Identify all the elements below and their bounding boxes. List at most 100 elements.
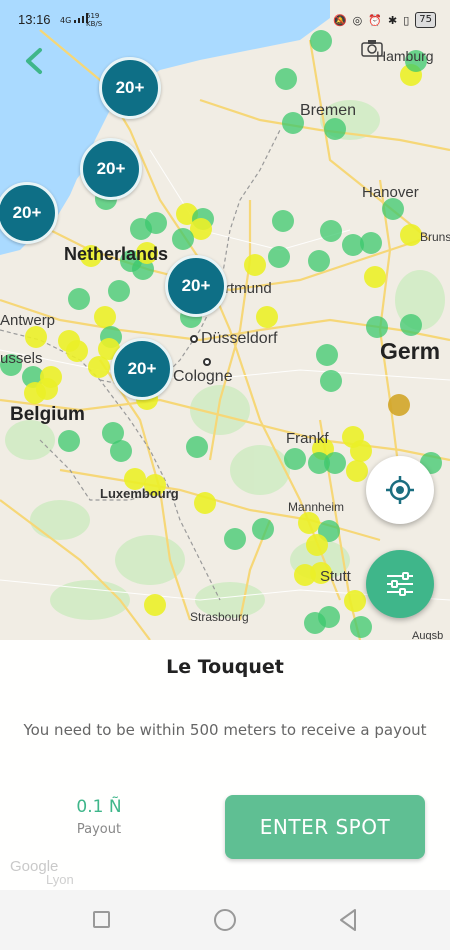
city-label-augsburg: Augsb [412, 630, 444, 640]
map-spot-yellow[interactable] [36, 378, 58, 400]
map-spot-yellow[interactable] [346, 460, 368, 482]
recent-apps-button[interactable] [93, 911, 110, 928]
map-spot-green[interactable] [110, 440, 132, 462]
status-time: 13:16 [18, 12, 51, 27]
chevron-left-icon [26, 48, 42, 74]
map-spot-green[interactable] [272, 210, 294, 232]
map-spot-green[interactable] [350, 616, 372, 638]
map-spot-green[interactable] [366, 316, 388, 338]
map-spot-green[interactable] [275, 68, 297, 90]
battery-indicator: 75 [415, 12, 436, 28]
map-spot-yellow[interactable] [25, 326, 47, 348]
map-spot-green[interactable] [308, 250, 330, 272]
map-spot-green[interactable] [68, 288, 90, 310]
bluetooth-icon: ✱ [387, 13, 398, 27]
map-spot-green[interactable] [316, 344, 338, 366]
vibrate-icon: ▯ [403, 13, 410, 27]
map-spot-green[interactable] [145, 212, 167, 234]
city-label-hanover: Hanover [362, 184, 419, 201]
network-type: 4G [60, 16, 72, 25]
map-spot-green[interactable] [382, 198, 404, 220]
map-spot-green[interactable] [252, 518, 274, 540]
map-spot-green[interactable] [320, 220, 342, 242]
speed-unit: KB/S [86, 20, 103, 28]
country-label-luxembourg: Luxembourg [100, 486, 179, 501]
map-cluster-marker[interactable]: 20+ [111, 338, 173, 400]
map-spot-yellow[interactable] [350, 440, 372, 462]
cologne-text: Cologne [173, 368, 233, 385]
locate-me-button[interactable] [366, 456, 434, 524]
spot-details-sheet: Le Touquet You need to be within 500 met… [0, 640, 450, 890]
speed-value: 519 [86, 12, 100, 20]
map-spot-yellow[interactable] [244, 254, 266, 276]
dusseldorf-text: Düsseldorf [201, 330, 278, 347]
home-button[interactable] [214, 909, 236, 931]
city-label-lyon: Lyon [46, 872, 74, 887]
map-cluster-marker[interactable]: 20+ [80, 138, 142, 200]
map-spot-yellow[interactable] [306, 534, 328, 556]
map-spot-green[interactable] [324, 118, 346, 140]
map-spot-green[interactable] [284, 448, 306, 470]
country-label-belgium: Belgium [10, 404, 85, 425]
back-nav-button[interactable] [338, 908, 358, 932]
map-spot-green[interactable] [324, 452, 346, 474]
location-icon: ◎ [352, 13, 363, 27]
map-spot-yellow[interactable] [144, 594, 166, 616]
distance-message: You need to be within 500 meters to rece… [23, 721, 427, 739]
network-indicator: 4G [60, 13, 88, 25]
status-icons: 🔕 ◎ ⏰ ✱ ▯ 75 [333, 12, 436, 28]
map-spot-green[interactable] [268, 246, 290, 268]
city-label-dusseldorf: Düsseldorf [190, 330, 277, 348]
city-dot-icon [203, 358, 211, 366]
city-label-hamburg: Hamburg [376, 48, 434, 64]
filter-button[interactable] [366, 550, 434, 618]
map-spot-green[interactable] [320, 370, 342, 392]
city-label-stuttgart: Stutt [320, 568, 351, 585]
country-label-germany: Germ [380, 338, 441, 364]
country-label-netherlands: Netherlands [64, 244, 169, 264]
city-dot-icon [190, 334, 198, 343]
city-label-antwerp: Antwerp [0, 312, 56, 329]
back-triangle-icon [340, 909, 356, 931]
network-speed: 519 KB/S [86, 12, 102, 28]
map-spot-yellow[interactable] [400, 224, 422, 246]
city-label-dortmund: rtmund [225, 280, 272, 297]
city-label-brunswick: Bruns [420, 230, 450, 244]
city-label-mannheim: Mannheim [288, 500, 345, 514]
map-cluster-marker[interactable]: 20+ [165, 255, 227, 317]
city-label-frankfurt: Frankf [286, 430, 329, 447]
map-spot-yellow[interactable] [364, 266, 386, 288]
map-view[interactable]: Hamburg Bremen sterda Netherlands Hanove… [0, 0, 450, 640]
city-label-bremen: Bremen [300, 102, 357, 119]
system-nav-bar [0, 890, 450, 950]
sliders-icon [387, 572, 413, 596]
back-button[interactable] [20, 46, 50, 76]
crosshair-icon [386, 476, 414, 504]
map-spot-green[interactable] [318, 606, 340, 628]
city-label-brussels: ussels [0, 350, 43, 367]
enter-spot-button[interactable]: ENTER SPOT [225, 795, 425, 859]
map-spot-green[interactable] [108, 280, 130, 302]
city-label-cologne: Cologne [173, 358, 233, 386]
map-spot-green[interactable] [224, 528, 246, 550]
payout-label: Payout [76, 822, 122, 837]
map-spot-green[interactable] [400, 314, 422, 336]
city-label-strasbourg: Strasbourg [190, 610, 249, 624]
map-spot-green[interactable] [58, 430, 80, 452]
payout-value: 0.1 Ñ [76, 797, 122, 817]
status-bar: 13:16 4G 519 KB/S 🔕 ◎ ⏰ ✱ ▯ 75 [0, 0, 450, 44]
map-spot-orange[interactable] [388, 394, 410, 416]
map-spot-yellow[interactable] [256, 306, 278, 328]
map-spot-yellow[interactable] [194, 492, 216, 514]
map-spot-green[interactable] [360, 232, 382, 254]
map-spot-green[interactable] [186, 436, 208, 458]
map-spot-yellow[interactable] [66, 340, 88, 362]
map-spot-yellow[interactable] [88, 356, 110, 378]
spot-title: Le Touquet [166, 656, 284, 678]
alarm-icon: ⏰ [368, 13, 382, 27]
map-spot-green[interactable] [172, 228, 194, 250]
map-spot-yellow[interactable] [94, 306, 116, 328]
map-spot-yellow[interactable] [298, 512, 320, 534]
map-spot-yellow[interactable] [344, 590, 366, 612]
map-cluster-marker[interactable]: 20+ [99, 57, 161, 119]
